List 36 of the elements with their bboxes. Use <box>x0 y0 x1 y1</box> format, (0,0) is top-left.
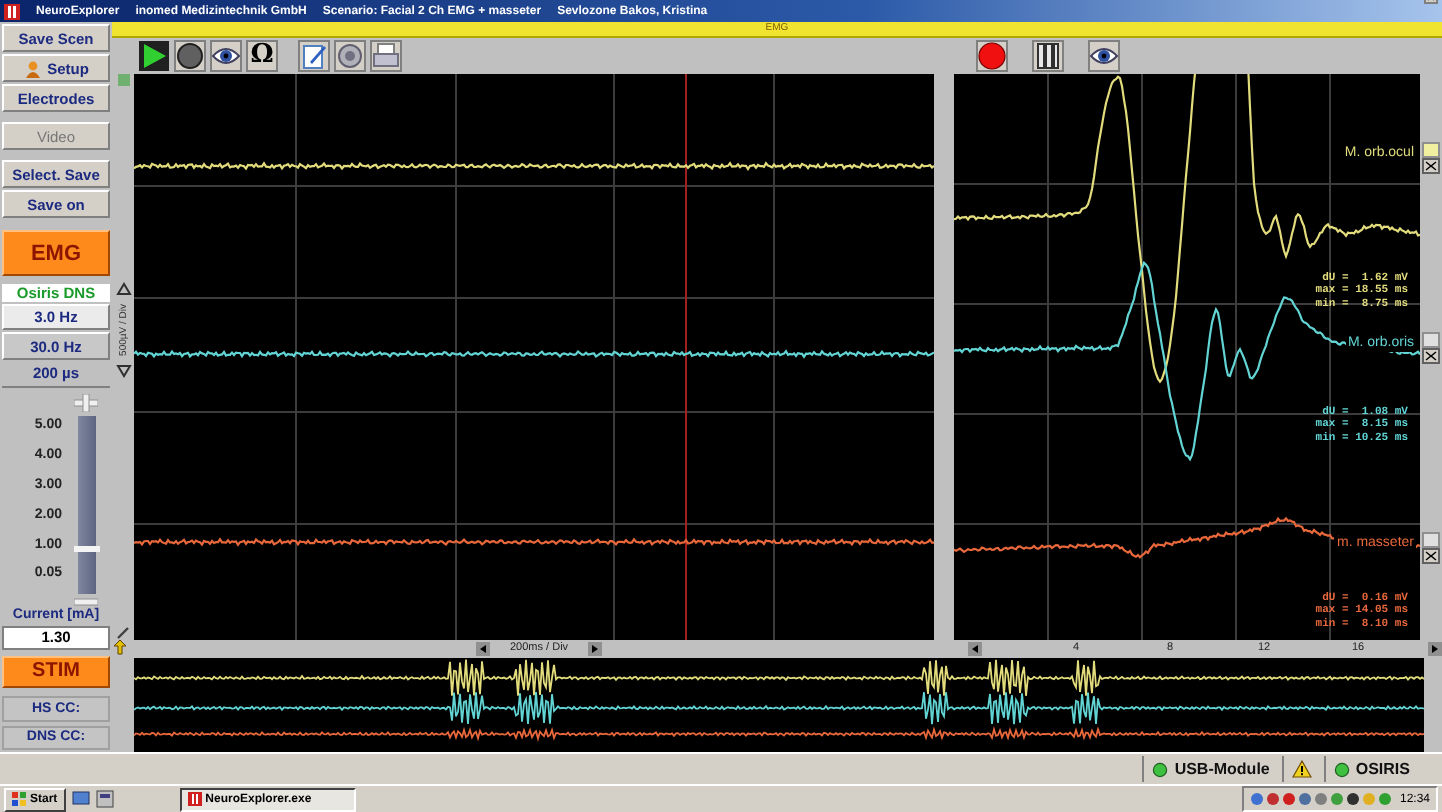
pause-bars-icon[interactable] <box>1032 39 1064 72</box>
stim-button[interactable]: STIM <box>2 655 110 688</box>
right-arrow-icon[interactable] <box>1428 641 1442 656</box>
omega-button[interactable]: Ω <box>246 39 278 72</box>
channel-handle-icon[interactable] <box>1422 331 1440 364</box>
up-arrow-icon[interactable] <box>115 281 131 296</box>
printer-icon[interactable] <box>370 39 402 72</box>
status-led-icon <box>1333 761 1350 777</box>
stop-circle-icon[interactable] <box>174 39 206 72</box>
eye-icon[interactable] <box>1088 39 1120 72</box>
channel-handle-icon[interactable] <box>1422 141 1440 174</box>
link-icon[interactable] <box>116 625 130 640</box>
status-text: OSIRIS <box>1355 760 1410 778</box>
desktop-icon[interactable] <box>71 790 90 808</box>
app-icon <box>4 3 20 19</box>
speaker-icon[interactable] <box>334 39 366 72</box>
warning-icon[interactable] <box>1291 760 1312 778</box>
app-icon <box>187 792 202 806</box>
pencil-icon[interactable] <box>298 39 330 72</box>
eye-icon[interactable] <box>210 39 242 72</box>
play-icon[interactable] <box>138 39 170 72</box>
record-icon[interactable] <box>976 39 1008 72</box>
status-led-icon <box>1152 761 1169 777</box>
right-arrow-icon[interactable] <box>588 641 603 656</box>
windows-flag-icon <box>12 792 26 806</box>
down-arrow-icon[interactable] <box>115 363 131 378</box>
person-icon <box>23 59 42 77</box>
status-text: USB-Module <box>1174 760 1270 778</box>
left-arrow-icon[interactable] <box>968 641 982 656</box>
channel-handle-icon[interactable] <box>1422 531 1440 564</box>
slider-thumb[interactable] <box>73 546 99 552</box>
window-icon[interactable] <box>95 790 114 808</box>
emg-mode-button[interactable]: EMG <box>2 230 110 277</box>
left-arrow-icon[interactable] <box>476 641 490 656</box>
anchor-icon[interactable] <box>112 640 128 657</box>
marker-icon <box>117 73 129 86</box>
